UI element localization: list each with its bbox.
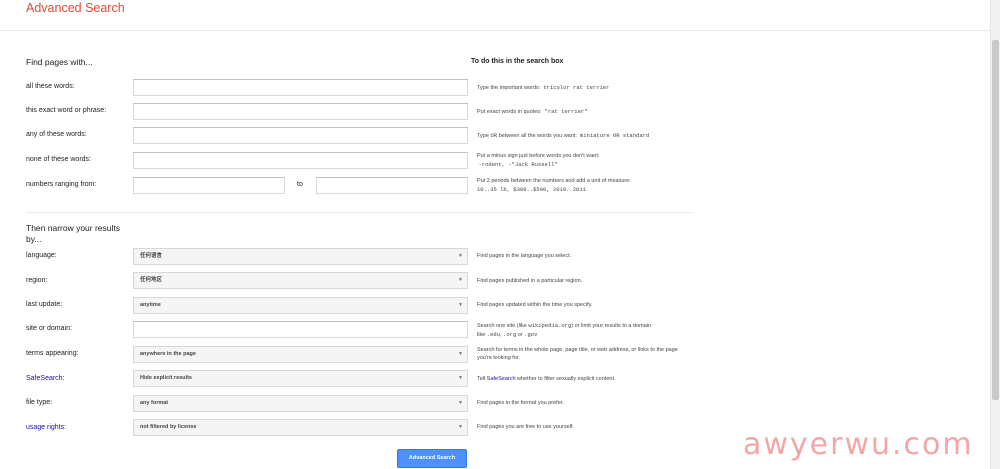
region-hint: Find pages published in a particular reg…: [477, 278, 583, 284]
all-words-label: all these words:: [26, 83, 75, 90]
section-divider: [26, 212, 692, 213]
numbers-range-label: numbers ranging from:: [26, 181, 97, 188]
usage-rights-link[interactable]: usage rights:: [26, 424, 66, 431]
narrow-section-title: Then narrow your results by...: [26, 223, 121, 244]
last-update-hint: Find pages updated within the time you s…: [477, 302, 593, 308]
numbers-from-input[interactable]: [133, 177, 285, 194]
none-words-label: none of these words:: [26, 156, 91, 163]
caret-down-icon: ▼: [458, 351, 463, 357]
site-domain-label: site or domain:: [26, 325, 72, 332]
header-bar: Advanced Search: [0, 0, 991, 31]
file-type-hint: Find pages in the format you prefer.: [477, 400, 564, 406]
site-domain-hint: Search one site (like wikipedia.org) or …: [477, 322, 652, 338]
language-label: language:: [26, 252, 57, 259]
language-hint: Find pages in the language you select.: [477, 253, 572, 259]
any-words-hint: Type OR between all the words you want: …: [477, 132, 650, 139]
last-update-label: last update:: [26, 301, 63, 308]
safesearch-hint: Tell SafeSearch whether to filter sexual…: [477, 376, 616, 382]
caret-down-icon: ▼: [458, 277, 463, 283]
none-words-hint: Put a minus sign just before words you d…: [477, 153, 600, 168]
usage-rights-select[interactable]: not filtered by license ▼: [133, 419, 468, 436]
region-label: region:: [26, 277, 48, 284]
caret-down-icon: ▼: [458, 302, 463, 308]
caret-down-icon: ▼: [458, 424, 463, 430]
caret-down-icon: ▼: [458, 400, 463, 406]
file-type-select[interactable]: any format ▼: [133, 395, 468, 412]
find-section-title: Find pages with...: [26, 57, 93, 67]
site-domain-input[interactable]: [133, 321, 468, 338]
region-select[interactable]: 任何地区 ▼: [133, 272, 468, 289]
vertical-scrollbar[interactable]: [990, 0, 1000, 469]
scrollbar-thumb[interactable]: [992, 40, 999, 400]
exact-phrase-hint: Put exact words in quotes: "rat terrier": [477, 108, 588, 115]
file-type-label: file type:: [26, 399, 53, 406]
last-update-select[interactable]: anytime ▼: [133, 297, 468, 314]
all-words-input[interactable]: [133, 79, 468, 96]
any-words-input[interactable]: [133, 127, 468, 144]
safesearch-select[interactable]: Hide explicit results ▼: [133, 370, 468, 387]
safesearch-link[interactable]: SafeSearch:: [26, 375, 65, 382]
exact-phrase-label: this exact word or phrase:: [26, 107, 107, 114]
all-words-hint: Type the important words: tricolor rat t…: [477, 84, 610, 91]
numbers-to-label: to: [297, 181, 303, 188]
none-words-input[interactable]: [133, 152, 468, 169]
any-words-label: any of these words:: [26, 131, 87, 138]
numbers-to-input[interactable]: [316, 177, 468, 194]
usage-rights-hint: Find pages you are free to use yourself.: [477, 424, 574, 430]
watermark-text: awyerwu.com: [743, 427, 974, 462]
terms-appearing-label: terms appearing:: [26, 350, 79, 357]
exact-phrase-input[interactable]: [133, 103, 468, 120]
hint-column-heading: To do this in the search box: [471, 58, 564, 65]
safesearch-help-link[interactable]: SafeSearch: [487, 376, 516, 382]
advanced-search-button[interactable]: Advanced Search: [397, 449, 467, 468]
page-title: Advanced Search: [26, 1, 125, 15]
caret-down-icon: ▼: [458, 375, 463, 381]
terms-appearing-hint: Search for terms in the whole page, page…: [477, 347, 678, 361]
numbers-range-hint: Put 2 periods between the numbers and ad…: [477, 178, 631, 193]
language-select[interactable]: 任何语言 ▼: [133, 248, 468, 265]
caret-down-icon: ▼: [458, 253, 463, 259]
terms-appearing-select[interactable]: anywhere in the page ▼: [133, 346, 468, 363]
